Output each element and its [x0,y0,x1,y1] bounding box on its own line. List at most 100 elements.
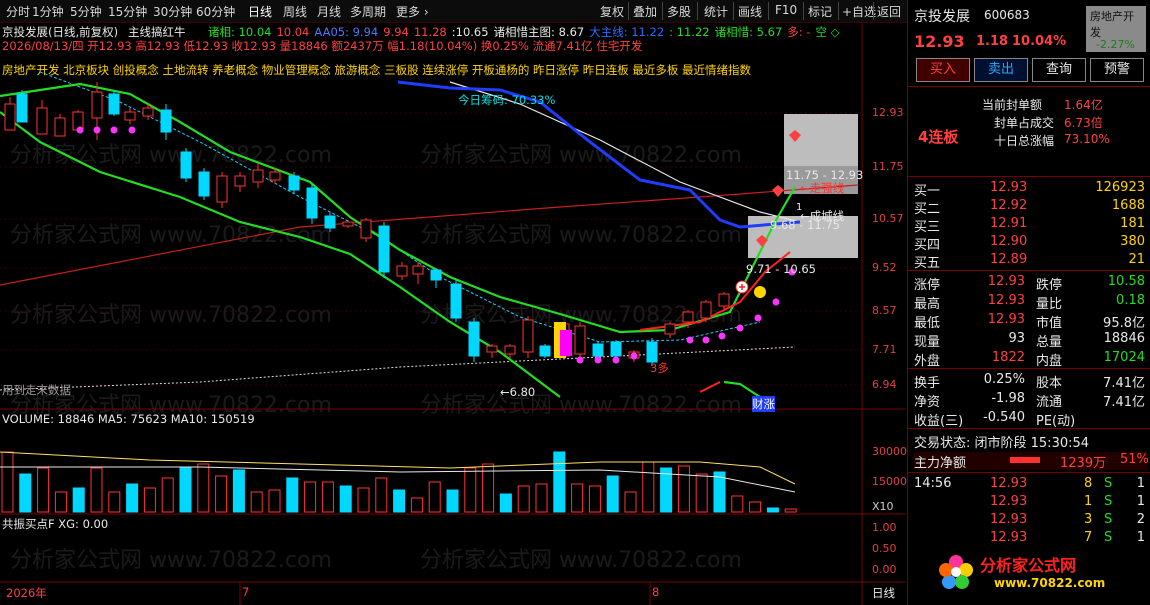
volume-bar [410,497,423,513]
indicator-value: 9.94 [383,25,409,39]
logo-title: 分析家公式网 [980,556,1077,575]
stat-row: 现量 93 总量 18846 [914,331,1147,350]
tick-time: 14:56 [914,476,952,491]
tab-monthly[interactable]: 月线 [317,3,341,20]
stat-row: 换手 0.25% 股本 7.41亿 [914,372,1147,391]
stat-value: 12.93 [987,274,1025,289]
tab-15min[interactable]: 15分钟 [108,3,147,20]
volume-axis-label: 30000 [872,445,907,458]
sell-button[interactable]: 卖出 [974,58,1028,82]
overlay-button[interactable]: 叠加 [633,3,657,20]
fuquan-button[interactable]: 复权 [600,3,624,20]
signal-dot [736,324,744,332]
date-axis-label: 7 [242,585,250,599]
watermark-text: 分析家公式网 www.70822.com [420,143,742,168]
candle-body [54,117,66,137]
volume-bar [677,465,690,513]
stat-value: 1822 [991,350,1025,365]
walk-strong-label: ←走强线 [800,181,845,195]
candle-body [342,221,354,227]
sub-axis-label: 0.50 [872,542,897,555]
multi-stock-button[interactable]: 多股 [667,3,691,20]
volume-bar [268,489,281,513]
stat-row: 涨停 12.93 跌停 10.58 [914,274,1147,293]
sub-indicator-header[interactable]: 共振买点F XG: 0.00 [2,516,108,532]
bid-label: 买五 [914,256,941,271]
sub-axis-label: 0.00 [872,563,897,576]
candle-body [36,107,48,135]
tab-fenshi[interactable]: 分时 [6,3,30,20]
date-axis-label: 2026年 [6,586,47,600]
signal-dot [76,126,84,134]
price-pair-label: 9.71 - 10.65 [746,262,816,276]
tab-more[interactable]: 更多 › [396,3,429,20]
tick-volume: 7 [1084,530,1093,545]
kline-chart-area[interactable]: 分析家公式网 www.70822.com 分析家公式网 www.70822.co… [0,22,907,605]
add-watchlist-button[interactable]: +自选 [842,3,876,20]
candle-body [306,187,318,219]
volume-bar [766,507,779,513]
stat-label: 收益(三) [914,414,964,429]
main-net-pct: 51% [1120,452,1149,467]
trade-status: 交易状态: 闭市阶段 15:30:54 [914,436,1090,451]
candle-body [396,265,408,277]
query-button[interactable]: 查询 [1032,58,1086,82]
board-tag: 4连板 [918,128,959,146]
candle-body [592,343,604,357]
candle-body [718,293,730,307]
stat-label: 外盘 [914,354,941,369]
stat-row: 最低 12.93 市值 95.8亿 [914,312,1147,331]
sub-axis-label: 1.00 [872,521,897,534]
price-axis-label: 7.71 [872,343,897,356]
candle-body [288,175,300,191]
tick-price: 12.93 [990,530,1028,545]
stat-row: 收益(三) -0.540 PE(动) [914,410,1147,429]
tab-1min[interactable]: 1分钟 [32,3,64,20]
volume-bar [571,483,584,513]
candle-body [682,311,694,323]
indicator-value: 10.04 [276,25,310,39]
tick-side: S [1104,494,1113,509]
signal-dot [576,356,584,364]
watermark-text: 分析家公式网 www.70822.com [10,303,332,328]
volume-bar [695,473,708,513]
tick-count: 1 [1136,476,1145,491]
bid-row: 买四 12.90 380 [914,234,1147,253]
f10-button[interactable]: F10 [775,3,797,17]
tick-side: S [1104,476,1113,491]
draw-button[interactable]: 画线 [738,3,762,20]
current-price: 12.93 [914,32,965,51]
watermark-text: 分析家公式网 www.70822.com [10,548,332,573]
alert-button[interactable]: 预警 [1090,58,1144,82]
tick-price: 12.93 [990,494,1028,509]
date-axis-label: 8 [652,585,660,599]
tab-weekly[interactable]: 周线 [283,3,307,20]
tab-multi-period[interactable]: 多周期 [350,3,386,20]
stat-label: 流通 [1036,395,1063,410]
volume-bar [446,489,459,513]
candle-body [574,325,586,355]
bid-label: 买一 [914,184,941,199]
back-button[interactable]: 返回 [877,3,901,20]
candle-body [142,107,154,117]
candle-body [252,169,264,183]
tab-60min[interactable]: 60分钟 [196,3,235,20]
tab-30min[interactable]: 30分钟 [153,3,192,20]
volume-bar [553,451,566,513]
stock-name: 京投发展 [914,9,970,25]
mark-button[interactable]: 标记 [808,3,832,20]
tab-daily[interactable]: 日线 [248,3,272,20]
indicator-value: 空 ◇ [815,25,840,39]
tick-row: 12.93 1 S 1 [914,494,1147,512]
tick-count: 2 [1136,512,1145,527]
stats-button[interactable]: 统计 [704,3,728,20]
candle-body [160,109,172,133]
stat-row: 净资 -1.98 流通 7.41亿 [914,391,1147,410]
period-label[interactable]: 日线 [872,585,895,601]
stat-value: 0.18 [1116,293,1145,308]
indicator-value: :10.65 [451,25,489,39]
signal-dot [630,352,638,360]
volume-bar [126,483,139,513]
tab-5min[interactable]: 5分钟 [70,3,102,20]
buy-button[interactable]: 买入 [916,58,970,82]
